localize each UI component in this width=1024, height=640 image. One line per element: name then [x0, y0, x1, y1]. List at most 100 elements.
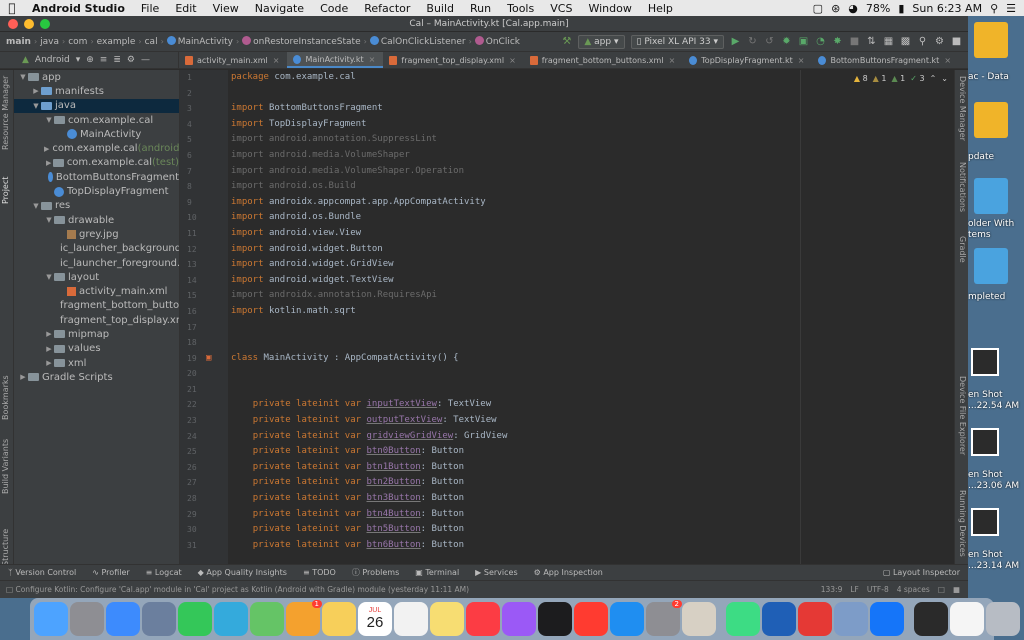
breadcrumb-onrestoreinstancestate[interactable]: onRestoreInstanceState [239, 36, 363, 47]
screenshot-thumbnail[interactable] [971, 348, 999, 376]
expanded-arrow-icon[interactable]: ▼ [44, 216, 54, 224]
photos-icon[interactable]: 1 [286, 600, 322, 636]
tv-icon[interactable] [538, 602, 572, 636]
account-icon[interactable]: ■ [951, 36, 962, 47]
code-line[interactable]: import android.os.Build [231, 179, 931, 195]
code-line[interactable] [231, 86, 931, 102]
settings-icon[interactable]: ⚙ [934, 36, 945, 47]
document-icon[interactable] [950, 602, 984, 636]
logcat-tool[interactable]: ≡ Logcat [138, 568, 190, 577]
news-icon[interactable] [574, 602, 608, 636]
view-mode-dropdown-icon[interactable]: ▾ [76, 55, 81, 65]
build-variants-tool[interactable]: Build Variants [1, 439, 10, 494]
screenshot-thumbnail[interactable] [971, 428, 999, 456]
code-content[interactable]: package com.example.cal import BottomButt… [231, 70, 931, 553]
notifications-tool[interactable]: Notifications [958, 162, 967, 212]
device-manager-icon[interactable]: ▦ [883, 36, 894, 47]
screenshot-thumbnail[interactable] [971, 508, 999, 536]
notes-icon[interactable] [322, 602, 356, 636]
tree-node[interactable]: ic_launcher_background.xml [14, 242, 179, 256]
problems-tool[interactable]: ⓘ Problems [344, 567, 407, 578]
collapsed-arrow-icon[interactable]: ▶ [44, 345, 54, 353]
minimize-window-button[interactable] [24, 18, 34, 29]
app-inspection-tool[interactable]: ⚙ App Inspection [526, 568, 611, 577]
code-line[interactable]: import android.os.Bundle [231, 210, 931, 226]
search-icon[interactable]: ⚲ [917, 36, 928, 47]
close-tab-icon[interactable]: × [509, 56, 516, 65]
sdk-manager-icon[interactable]: ▩ [900, 36, 911, 47]
menu-navigate[interactable]: Navigate [247, 2, 312, 15]
close-tab-icon[interactable]: × [273, 56, 280, 65]
collapsed-arrow-icon[interactable]: ▶ [44, 359, 54, 367]
xcode-icon[interactable] [870, 602, 904, 636]
menu-run[interactable]: Run [462, 2, 499, 15]
tab-bottombuttonsfragment-kt[interactable]: BottomButtonsFragment.kt × [812, 52, 959, 68]
tab-fragment-top-display-xml[interactable]: fragment_top_display.xml × [383, 52, 523, 68]
desktop-folder-with-items[interactable] [972, 178, 1018, 214]
control-center-icon[interactable]: ☰ [1006, 2, 1016, 15]
code-line[interactable]: import androidx.annotation.RequiresApi [231, 288, 931, 304]
code-line[interactable] [231, 382, 931, 398]
apple-menu-icon[interactable]:  [0, 1, 24, 15]
menu-code[interactable]: Code [312, 2, 356, 15]
menu-tools[interactable]: Tools [499, 2, 542, 15]
code-editor[interactable]: 1 2 3 4 5 6 7 8 9 10 11 12 13 14 15 16 17 18 19 ▣ 20 21 22 23 24… [180, 70, 954, 578]
wifi-icon[interactable]: ◕ [848, 2, 858, 15]
code-line[interactable]: private lateinit var btn1Button: Button [231, 460, 931, 476]
expanded-arrow-icon[interactable]: ▼ [31, 202, 41, 210]
file-encoding[interactable]: UTF-8 [867, 585, 889, 594]
collapsed-arrow-icon[interactable]: ▶ [31, 87, 41, 95]
code-line[interactable]: class MainActivity : AppCompatActivity()… [231, 351, 931, 367]
code-line[interactable] [231, 335, 931, 351]
tree-node[interactable]: activity_main.xml [14, 284, 179, 298]
tree-node[interactable]: MainActivity [14, 127, 179, 141]
tab-activity-main-xml[interactable]: activity_main.xml × [179, 52, 287, 68]
menu-edit[interactable]: Edit [167, 2, 204, 15]
tree-node[interactable]: BottomButtonsFragment [14, 170, 179, 184]
apply-code-changes-icon[interactable]: ↺ [764, 36, 775, 47]
services-tool[interactable]: ▶ Services [467, 568, 525, 577]
app-store-icon[interactable] [610, 602, 644, 636]
breadcrumb-calonclicklistener[interactable]: CalOnClickListener [367, 36, 469, 47]
menu-refactor[interactable]: Refactor [356, 2, 418, 15]
caret-position[interactable]: 133:9 [821, 585, 843, 594]
profiler-tool[interactable]: ∿ Profiler [84, 568, 137, 577]
tree-node[interactable]: TopDisplayFragment [14, 184, 179, 198]
tree-node[interactable]: ic_launcher_foreground.xml [14, 256, 179, 270]
trash-icon[interactable] [986, 602, 1020, 636]
breadcrumb-java[interactable]: java [37, 37, 62, 47]
project-tool[interactable]: Project [1, 177, 10, 204]
menu-view[interactable]: View [205, 2, 247, 15]
code-line[interactable]: private lateinit var btn2Button: Button [231, 475, 931, 491]
battery-icon[interactable]: ▮ [898, 2, 904, 15]
code-line[interactable]: import android.view.View [231, 226, 931, 242]
code-line[interactable]: package com.example.cal [231, 70, 931, 86]
code-line[interactable] [231, 366, 931, 382]
tree-node[interactable]: ▶ Gradle Scripts [14, 370, 179, 384]
desktop-drive-update[interactable] [972, 102, 1018, 138]
close-window-button[interactable] [8, 18, 18, 29]
layout-inspector-tool[interactable]: ▢ Layout Inspector [875, 568, 968, 577]
sourcetree-icon[interactable] [762, 602, 796, 636]
app-quality-insights-tool[interactable]: ◆ App Quality Insights [190, 568, 295, 577]
device-select[interactable]: ▯ Pixel XL API 33 ▾ [630, 34, 724, 49]
collapse-all-icon[interactable]: ≣ [113, 55, 121, 65]
code-line[interactable]: import androidx.appcompat.app.AppCompatA… [231, 195, 931, 211]
code-line[interactable] [231, 320, 931, 336]
collapsed-arrow-icon[interactable]: ▶ [44, 330, 54, 338]
tree-node[interactable]: ▼ com.example.cal [14, 113, 179, 127]
code-line[interactable]: import kotlin.math.sqrt [231, 304, 931, 320]
desktop-drive-data[interactable] [972, 22, 1018, 58]
tree-node[interactable]: ▶ com.example.cal (test) [14, 156, 179, 170]
hide-panel-icon[interactable]: — [141, 55, 150, 65]
code-line[interactable]: import TopDisplayFragment [231, 117, 931, 133]
lock-icon[interactable]: □ [938, 585, 945, 594]
system-preferences-icon[interactable]: 2 [646, 600, 682, 636]
maps-icon[interactable] [250, 602, 284, 636]
terminal-icon[interactable] [914, 602, 948, 636]
tree-node[interactable]: ▼ app [14, 70, 179, 84]
close-tab-icon[interactable]: × [669, 56, 676, 65]
breadcrumb-mainactivity[interactable]: MainActivity [164, 36, 236, 47]
code-line[interactable]: import BottomButtonsFragment [231, 101, 931, 117]
stickies-icon[interactable] [430, 602, 464, 636]
